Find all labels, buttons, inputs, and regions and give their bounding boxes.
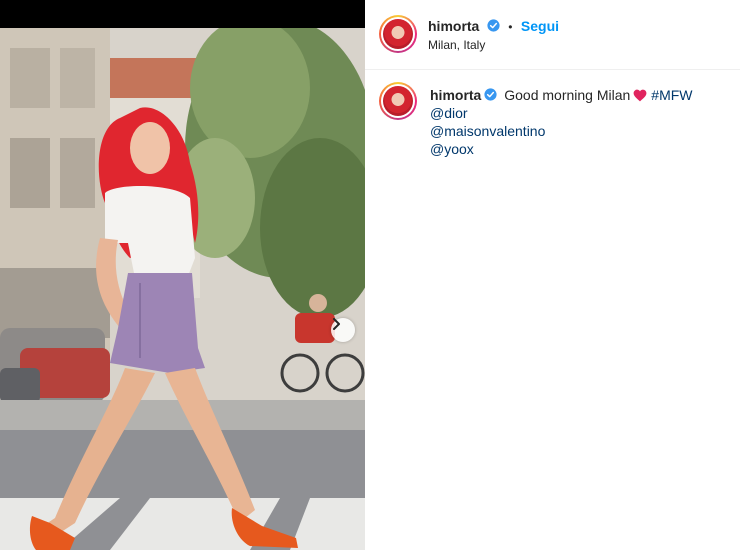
post-details-panel: himorta • Segui Milan, Italy himorta Goo… <box>365 0 740 550</box>
avatar-image <box>383 86 413 116</box>
post-header: himorta • Segui Milan, Italy <box>365 0 740 70</box>
mention-link[interactable]: @maisonvalentino <box>430 123 545 139</box>
mention-link[interactable]: @yoox <box>430 141 474 157</box>
caption-text: Good morning Milan <box>504 87 631 103</box>
post-location[interactable]: Milan, Italy <box>428 38 485 52</box>
avatar-image <box>383 19 413 49</box>
follow-button[interactable]: Segui <box>521 18 559 34</box>
hashtag-link[interactable]: #MFW <box>651 87 692 103</box>
separator-dot: • <box>508 20 513 34</box>
mention-link[interactable]: @dior <box>430 105 468 121</box>
caption-username[interactable]: himorta <box>430 87 481 103</box>
author-avatar[interactable] <box>379 15 417 53</box>
post-media-panel <box>0 0 365 550</box>
author-username[interactable]: himorta <box>428 18 479 34</box>
caption-body: himorta Good morning Milan #MFW @dior @ma… <box>430 86 730 158</box>
street-photo-illustration <box>0 28 365 550</box>
heart-icon <box>633 89 647 102</box>
post-photo[interactable] <box>0 28 365 550</box>
header-author-line: himorta • Segui <box>428 18 559 36</box>
media-top-bar <box>0 0 365 28</box>
caption-author-avatar[interactable] <box>379 82 417 120</box>
next-photo-button[interactable] <box>331 318 355 342</box>
verified-badge-icon <box>487 19 500 32</box>
chevron-right-icon <box>333 318 340 330</box>
verified-badge-icon <box>484 88 497 101</box>
